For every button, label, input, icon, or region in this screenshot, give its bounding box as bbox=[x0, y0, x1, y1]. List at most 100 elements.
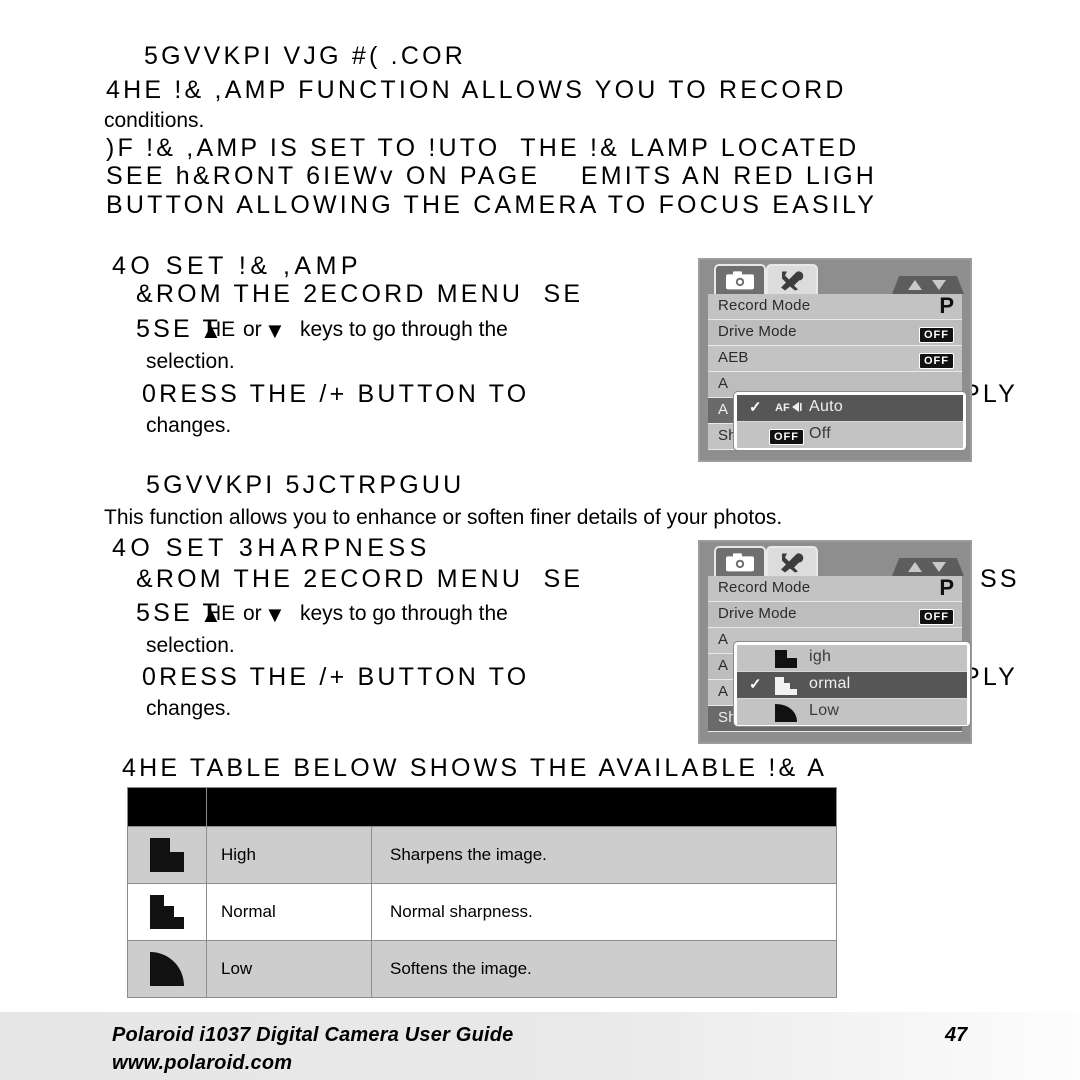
camera-icon bbox=[726, 553, 754, 572]
popup-item-label: Off bbox=[809, 425, 831, 442]
scroll-indicator bbox=[892, 276, 964, 294]
step2-af-rest: keys to go through the bbox=[300, 318, 508, 341]
menu-row[interactable]: AEB OFF bbox=[708, 346, 962, 372]
menu-row-label: A bbox=[718, 657, 729, 674]
popup-item-low[interactable]: Low bbox=[737, 699, 967, 725]
menu-row-value: OFF bbox=[919, 351, 954, 369]
triangle-down-icon: ▼ bbox=[264, 318, 286, 343]
triangle-up-icon bbox=[908, 280, 922, 290]
menu-row-label: A bbox=[718, 401, 729, 418]
svg-text:AF: AF bbox=[775, 402, 790, 414]
menu-row-value: P bbox=[939, 293, 954, 318]
step1-sharp-overflow: SS bbox=[980, 565, 1020, 593]
popup-item-off[interactable]: OFF Off bbox=[737, 422, 963, 448]
popup-item-auto[interactable]: ✓ AF Auto bbox=[737, 395, 963, 422]
camera-icon bbox=[726, 271, 754, 290]
af-lamp-popup: ✓ AF Auto OFF Off bbox=[734, 392, 966, 450]
sharpness-high-icon bbox=[127, 826, 207, 884]
menu-row[interactable]: Drive Mode OFF bbox=[708, 602, 962, 628]
step2-af-or: or bbox=[243, 318, 262, 341]
sharpness-low-icon bbox=[127, 940, 207, 998]
triangle-down-icon bbox=[932, 280, 946, 290]
camera-menu-af-lamp: Record Mode P Drive Mode OFF AEB OFF A A… bbox=[698, 258, 972, 462]
triangle-down-icon: ▼ bbox=[264, 602, 286, 627]
menu-row-label: Record Mode bbox=[718, 579, 811, 596]
section-heading-af-lamp: 5GVVKPI VJG #( .COR bbox=[144, 42, 466, 70]
wrench-icon bbox=[781, 271, 804, 291]
tab-record-mode[interactable] bbox=[714, 546, 766, 576]
popup-item-normal[interactable]: ✓ ormal bbox=[737, 672, 967, 699]
step1-sharp-line1: &ROM THE 2ECORD MENU SE bbox=[136, 565, 584, 593]
menu-row[interactable]: Record Mode P bbox=[708, 294, 962, 320]
popup-item-label: ormal bbox=[809, 675, 851, 692]
paragraph-af-line5: BUTTON ALLOWING THE CAMERA TO FOCUS EASI… bbox=[106, 191, 878, 219]
table-row: Low Softens the image. bbox=[127, 940, 837, 998]
subheading-to-set-sharpness: 4O SET 3HARPNESS bbox=[112, 534, 431, 562]
table-cell-name: Low bbox=[206, 940, 372, 998]
camera-menu-sharpness: Record Mode P Drive Mode OFF A A A Sharp… bbox=[698, 540, 972, 744]
menu-row-label: Drive Mode bbox=[718, 323, 797, 340]
menu-row-label: Record Mode bbox=[718, 297, 811, 314]
menu-row-label: A bbox=[718, 375, 729, 392]
popup-item-high[interactable]: igh bbox=[737, 645, 967, 672]
footer-url: www.polaroid.com bbox=[112, 1052, 293, 1074]
menu-row[interactable]: Record Mode P bbox=[708, 576, 962, 602]
table-header-row bbox=[127, 787, 837, 827]
step3-af-line1: 0RESS THE /+ BUTTON TO bbox=[142, 380, 530, 408]
menu-row-value: OFF bbox=[919, 325, 954, 343]
step2-sharp-or: or bbox=[243, 602, 262, 625]
scroll-indicator bbox=[892, 558, 964, 576]
step3-af-line2: changes. bbox=[146, 414, 232, 437]
triangle-down-icon bbox=[932, 562, 946, 572]
popup-item-label: igh bbox=[809, 648, 832, 665]
sharpness-normal-icon bbox=[775, 677, 797, 700]
sharpness-popup: igh ✓ ormal Low bbox=[734, 642, 970, 726]
paragraph-af-line4: SEE h&RONT 6IEWv ON PAGE EMITS AN RED LI… bbox=[106, 162, 877, 190]
table-cell-name: Normal bbox=[206, 883, 372, 941]
sharpness-options-table: High Sharpens the image. Normal Normal s… bbox=[127, 787, 837, 998]
table-row: Normal Normal sharpness. bbox=[127, 883, 837, 941]
menu-row-label: Drive Mode bbox=[718, 605, 797, 622]
af-lamp-icon: AF bbox=[775, 400, 803, 419]
popup-item-label: Low bbox=[809, 702, 840, 719]
menu-tabs bbox=[700, 542, 970, 576]
sharpness-low-icon bbox=[775, 704, 797, 727]
step2-sharp-line3: selection. bbox=[146, 634, 235, 657]
table-row: High Sharpens the image. bbox=[127, 826, 837, 884]
table-cell-desc: Normal sharpness. bbox=[371, 883, 837, 941]
document-page: 5GVVKPI VJG #( .COR 4HE !& ,AMP FUNCTION… bbox=[0, 0, 1080, 1080]
paragraph-af-line3: )F !& ,AMP IS SET TO !UTO THE !& LAMP LO… bbox=[106, 134, 860, 162]
menu-tabs bbox=[700, 260, 970, 294]
paragraph-af-line2: conditions. bbox=[104, 109, 205, 132]
sharpness-normal-icon bbox=[127, 883, 207, 941]
popup-item-label: Auto bbox=[809, 398, 844, 415]
table-cell-desc: Softens the image. bbox=[371, 940, 837, 998]
sharpness-high-icon bbox=[775, 650, 797, 673]
table-intro-text: 4HE TABLE BELOW SHOWS THE AVAILABLE !& A bbox=[122, 754, 828, 782]
tab-record-mode[interactable] bbox=[714, 264, 766, 294]
page-number: 47 bbox=[945, 1024, 968, 1046]
menu-row[interactable]: Drive Mode OFF bbox=[708, 320, 962, 346]
footer-title: Polaroid i1037 Digital Camera User Guide bbox=[112, 1024, 514, 1046]
check-icon: ✓ bbox=[749, 399, 762, 416]
table-header-text-cell bbox=[206, 787, 837, 827]
menu-row-label: A bbox=[718, 631, 729, 648]
step3-sharp-line2: changes. bbox=[146, 697, 232, 720]
step2-sharp-rest: keys to go through the bbox=[300, 602, 508, 625]
check-icon: ✓ bbox=[749, 676, 762, 693]
tab-setup-mode[interactable] bbox=[766, 546, 818, 576]
page-footer: Polaroid i1037 Digital Camera User Guide… bbox=[0, 1012, 1080, 1080]
menu-row-value: P bbox=[939, 575, 954, 600]
wrench-icon bbox=[781, 553, 804, 573]
paragraph-af-line1: 4HE !& ,AMP FUNCTION ALLOWS YOU TO RECOR… bbox=[106, 76, 847, 104]
triangle-up-icon: ▲ bbox=[200, 602, 222, 627]
triangle-up-icon bbox=[908, 562, 922, 572]
paragraph-sharpness: This function allows you to enhance or s… bbox=[104, 506, 783, 529]
menu-row-label: A bbox=[718, 683, 729, 700]
menu-row-label: AEB bbox=[718, 349, 749, 366]
step1-af-line1: &ROM THE 2ECORD MENU SE bbox=[136, 280, 584, 308]
triangle-up-icon: ▲ bbox=[200, 318, 222, 343]
subheading-to-set-af-lamp: 4O SET !& ,AMP bbox=[112, 252, 363, 280]
tab-setup-mode[interactable] bbox=[766, 264, 818, 294]
step2-af-line3: selection. bbox=[146, 350, 235, 373]
